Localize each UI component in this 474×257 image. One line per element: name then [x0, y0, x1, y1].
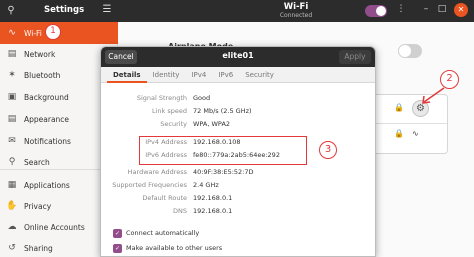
tab-ipv6[interactable]: IPv6: [212, 67, 239, 83]
connect-automatically-row[interactable]: ✓ Connect automatically: [113, 228, 199, 238]
tab-identity[interactable]: Identity: [147, 67, 186, 83]
wifi-signal-icon: ∿: [412, 129, 419, 138]
checkbox-label: Connect automatically: [126, 229, 200, 237]
detail-label: Hardware Address: [127, 168, 187, 176]
annotation-1: 1: [45, 24, 61, 40]
detail-label: Security: [160, 120, 187, 128]
detail-value: WPA, WPA2: [193, 120, 231, 128]
more-icon[interactable]: ⋮: [394, 4, 408, 18]
detail-value: Good: [193, 94, 211, 102]
tab-security[interactable]: Security: [239, 67, 280, 83]
wifi-toggle[interactable]: [365, 5, 387, 17]
detail-value: 192.168.0.1: [193, 194, 233, 202]
network-icon: ▤: [7, 49, 17, 59]
tab-details[interactable]: Details: [107, 67, 147, 83]
bluetooth-icon: ✶: [8, 70, 16, 80]
background-icon: ▣: [7, 92, 17, 102]
detail-row-link-speed: Link speed 72 Mb/s (2.5 GHz): [101, 107, 375, 119]
detail-row-signal: Signal Strength Good: [101, 94, 375, 106]
cloud-icon: ☁: [7, 222, 17, 232]
detail-label: Link speed: [151, 107, 187, 115]
annotation-3: 3: [319, 141, 337, 159]
detail-row-security: Security WPA, WPA2: [101, 120, 375, 132]
sidebar-item-label: Applications: [24, 180, 70, 190]
sidebar-item-label: Network: [24, 49, 56, 59]
detail-label: DNS: [173, 207, 187, 215]
ip-address-highlight: [139, 136, 307, 165]
grid-icon: ▦: [7, 180, 17, 190]
hamburger-icon[interactable]: ☰: [100, 3, 114, 17]
detail-row-default-route: Default Route 192.168.0.1: [101, 194, 375, 206]
sidebar-item-label: Bluetooth: [24, 70, 61, 80]
detail-value: 192.168.0.1: [193, 207, 233, 215]
apply-button[interactable]: Apply: [339, 50, 371, 64]
minimize-icon[interactable]: –: [420, 4, 432, 16]
detail-value: 72 Mb/s (2.5 GHz): [193, 107, 252, 115]
sidebar-item-label: Sharing: [24, 243, 53, 253]
wifi-icon: ∿: [8, 28, 16, 38]
sidebar-item-label: Online Accounts: [24, 222, 85, 232]
detail-label: Signal Strength: [136, 94, 187, 102]
search-icon: ⚲: [8, 157, 16, 167]
sidebar-item-label: Appearance: [24, 114, 70, 124]
sidebar-item-label: Wi-Fi: [24, 28, 42, 38]
airplane-mode-toggle[interactable]: [398, 44, 422, 58]
network-details-dialog: elite01 Cancel Apply Details Identity IP…: [100, 46, 376, 257]
tab-ipv4[interactable]: IPv4: [185, 67, 212, 83]
bell-icon: ✉: [8, 136, 16, 146]
annotation-arrow: [422, 87, 445, 104]
available-to-others-row[interactable]: ✓ Make available to other users: [113, 243, 222, 253]
available-to-others-checkbox[interactable]: ✓: [113, 243, 122, 253]
lock-icon: 🔒: [394, 103, 404, 112]
cancel-button[interactable]: Cancel: [105, 50, 137, 64]
sidebar-item-label: Background: [24, 92, 69, 102]
detail-row-dns: DNS 192.168.0.1: [101, 207, 375, 219]
settings-headerbar: ⚲ Settings ☰: [0, 0, 118, 22]
sidebar-item-label: Notifications: [24, 136, 71, 146]
appearance-icon: ▤: [7, 114, 17, 124]
toggle-knob: [399, 45, 411, 57]
detail-row-frequencies: Supported Frequencies 2.4 GHz: [101, 181, 375, 193]
lock-icon: 🔒: [394, 129, 404, 138]
dialog-tabs: Details Identity IPv4 IPv6 Security: [101, 67, 375, 83]
sidebar-item-label: Privacy: [24, 201, 52, 211]
checkbox-label: Make available to other users: [126, 244, 223, 252]
detail-value: 2.4 GHz: [193, 181, 219, 189]
sidebar-item-label: Search: [24, 157, 50, 167]
detail-label: Default Route: [142, 194, 187, 202]
detail-value: 40:9F:38:E5:52:7D: [193, 168, 254, 176]
sidebar-item-wifi[interactable]: ∿ Wi-Fi 1: [0, 22, 118, 44]
dialog-title: elite01: [222, 51, 254, 60]
settings-title: Settings: [44, 5, 85, 15]
share-icon: ↺: [8, 243, 16, 253]
connect-automatically-checkbox[interactable]: ✓: [113, 228, 122, 238]
detail-row-hardware-address: Hardware Address 40:9F:38:E5:52:7D: [101, 168, 375, 180]
toggle-knob: [376, 6, 386, 16]
maximize-icon[interactable]: □: [436, 4, 448, 16]
detail-label: Supported Frequencies: [112, 181, 187, 189]
close-icon[interactable]: ✕: [454, 3, 468, 17]
search-icon[interactable]: ⚲: [4, 4, 18, 18]
wifi-headerbar: Wi-Fi Connected ⋮ – □ ✕: [118, 0, 474, 22]
hand-icon: ✋: [6, 201, 18, 211]
dialog-header: elite01 Cancel Apply: [101, 47, 375, 67]
